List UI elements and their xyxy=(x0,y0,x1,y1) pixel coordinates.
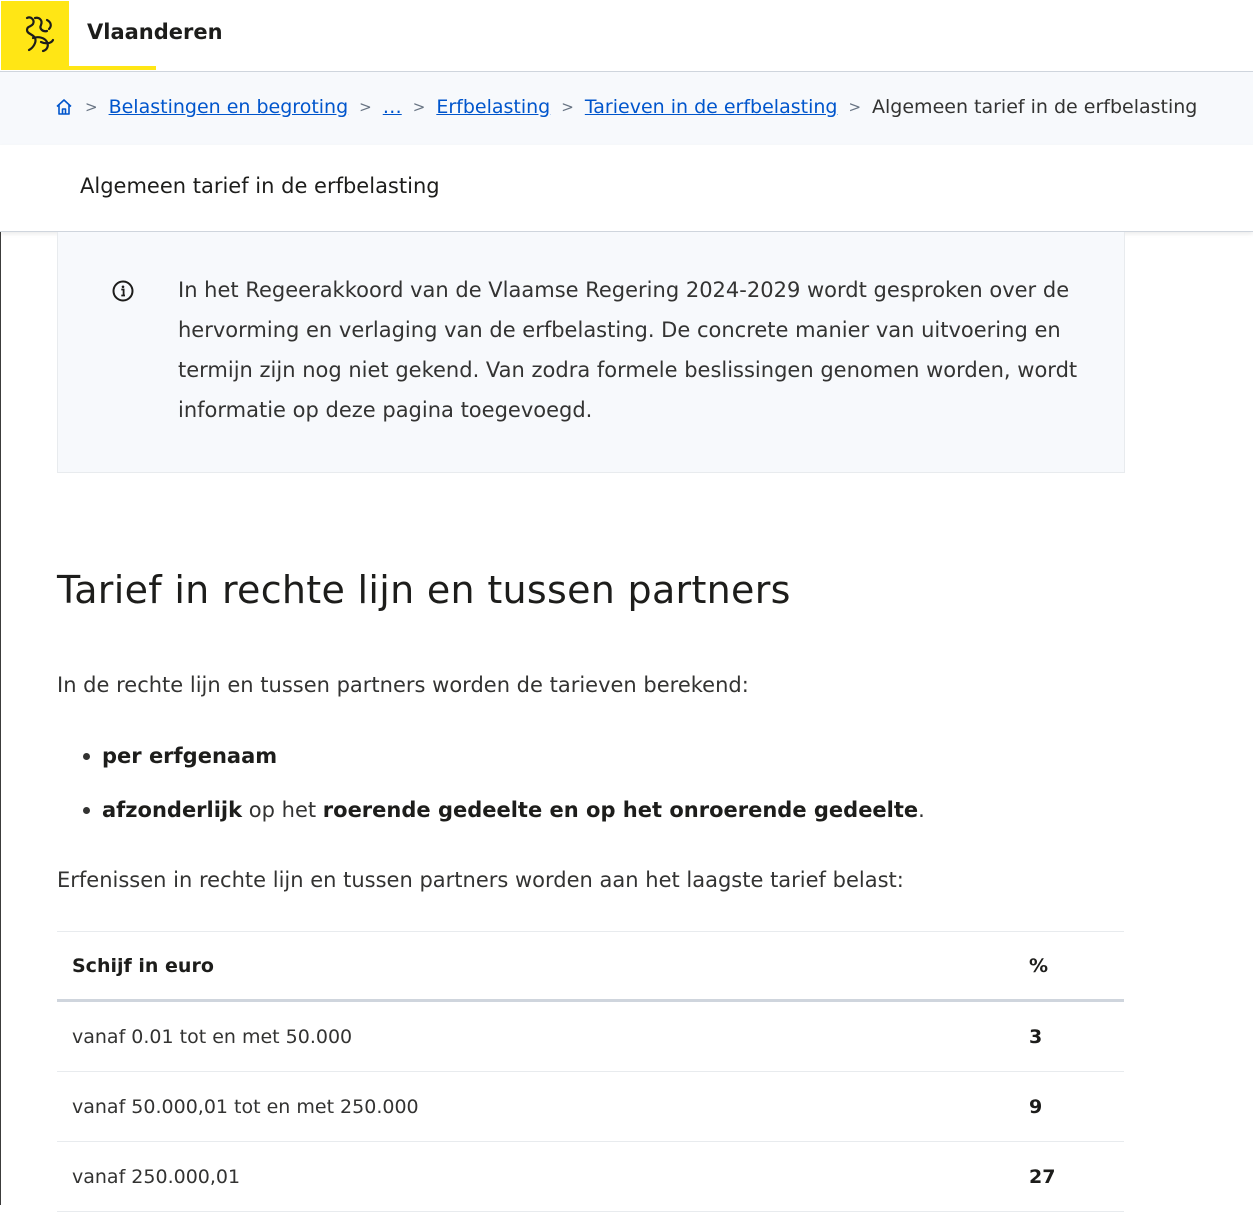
table-cell-percent: 3 xyxy=(1014,1000,1124,1072)
table-cell-schijf: vanaf 0.01 tot en met 50.000 xyxy=(57,1000,1014,1072)
list-item: per erfgenaam xyxy=(57,738,925,792)
table-cell-percent: 27 xyxy=(1014,1141,1124,1212)
table-cell-percent: 9 xyxy=(1014,1071,1124,1142)
table-cell-schijf: vanaf 50.000,01 tot en met 250.000 xyxy=(57,1071,1014,1142)
brand-name[interactable]: Vlaanderen xyxy=(87,20,223,44)
flemish-lion-icon xyxy=(25,16,55,53)
info-box: In het Regeerakkoord van de Vlaamse Rege… xyxy=(57,232,1125,473)
page-title: Algemeen tarief in de erfbelasting xyxy=(80,174,440,198)
bullet-2-text: op het xyxy=(242,798,323,822)
breadcrumb-link-ellipsis[interactable]: … xyxy=(383,96,402,118)
breadcrumb-link-belastingen[interactable]: Belastingen en begroting xyxy=(109,96,349,118)
column-header-percent: % xyxy=(1014,931,1124,1002)
column-header-schijf: Schijf in euro xyxy=(57,931,1014,1002)
breadcrumb: > Belastingen en begroting > … > Erfbela… xyxy=(0,72,1253,145)
chevron-right-icon: > xyxy=(85,98,98,116)
chevron-right-icon: > xyxy=(359,98,372,116)
breadcrumb-link-tarieven[interactable]: Tarieven in de erfbelasting xyxy=(585,96,838,118)
table-row: vanaf 250.000,01 27 xyxy=(57,1141,1124,1212)
section-heading: Tarief in rechte lijn en tussen partners xyxy=(57,568,791,612)
chevron-right-icon: > xyxy=(848,98,862,116)
logo-underline xyxy=(69,66,156,70)
table-row: vanaf 0.01 tot en met 50.000 3 xyxy=(57,1000,1124,1072)
bullet-2-period: . xyxy=(918,798,925,822)
bullet-2-bold-b: roerende gedeelte en op het onroerende g… xyxy=(322,798,919,822)
rates-table: Schijf in euro % vanaf 0.01 tot en met 5… xyxy=(57,931,1124,1212)
chevron-right-icon: > xyxy=(561,98,574,116)
site-header: Vlaanderen xyxy=(0,0,1253,72)
info-text: In het Regeerakkoord van de Vlaamse Rege… xyxy=(178,278,1078,422)
section-lead: In de rechte lijn en tussen partners wor… xyxy=(57,673,749,697)
breadcrumb-link-erfbelasting[interactable]: Erfbelasting xyxy=(436,96,550,118)
table-row: vanaf 50.000,01 tot en met 250.000 9 xyxy=(57,1071,1124,1142)
info-icon xyxy=(112,280,134,302)
bullet-1-text: per erfgenaam xyxy=(102,744,278,768)
list-item: afzonderlijk op het roerende gedeelte en… xyxy=(57,792,925,846)
chevron-right-icon: > xyxy=(412,98,426,116)
bullet-2-bold-a: afzonderlijk xyxy=(102,798,243,822)
section-lead-2: Erfenissen in rechte lijn en tussen part… xyxy=(57,868,904,892)
table-header-row: Schijf in euro % xyxy=(57,931,1124,1002)
breadcrumb-current: Algemeen tarief in de erfbelasting xyxy=(872,96,1198,118)
home-icon[interactable] xyxy=(54,97,74,117)
table-cell-schijf: vanaf 250.000,01 xyxy=(57,1141,1014,1212)
page-title-bar: Algemeen tarief in de erfbelasting xyxy=(0,145,1253,232)
bullet-list: per erfgenaam afzonderlijk op het roeren… xyxy=(57,738,925,846)
